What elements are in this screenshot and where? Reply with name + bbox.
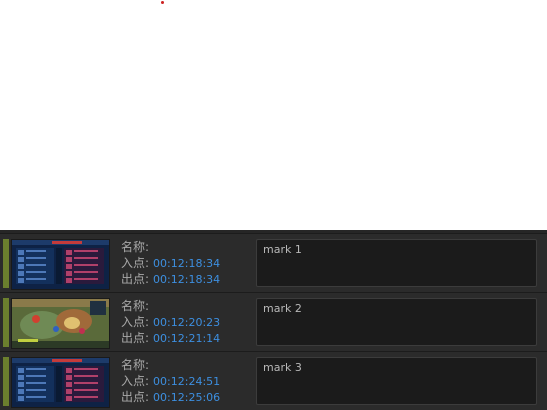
name-label: 名称:: [121, 240, 150, 254]
marker-color-strip: [3, 239, 9, 288]
name-row: 名称:: [121, 239, 251, 255]
out-point-label: 出点:: [121, 331, 150, 345]
battle-thumbnail-image: [12, 299, 109, 348]
in-point-timecode[interactable]: 00:12:18:34: [153, 257, 220, 270]
marker-thumbnail-3[interactable]: [11, 357, 110, 408]
in-point-label: 入点:: [121, 256, 150, 270]
marker-note-field[interactable]: mark 3: [256, 357, 537, 405]
marker-note-field[interactable]: mark 2: [256, 298, 537, 346]
name-row: 名称:: [121, 357, 251, 373]
out-point-timecode[interactable]: 00:12:18:34: [153, 273, 220, 286]
scoreboard-thumbnail-image: [12, 358, 109, 407]
name-label: 名称:: [121, 358, 150, 372]
marker-color-strip: [3, 357, 9, 406]
marker-meta-2: 名称: 入点: 00:12:20:23 出点: 00:12:21:14: [121, 298, 251, 346]
marker-meta-3: 名称: 入点: 00:12:24:51 出点: 00:12:25:06: [121, 357, 251, 405]
out-point-timecode[interactable]: 00:12:21:14: [153, 332, 220, 345]
in-point-label: 入点:: [121, 374, 150, 388]
in-point-label: 入点:: [121, 315, 150, 329]
name-row: 名称:: [121, 298, 251, 314]
marker-row-1[interactable]: 名称: 入点: 00:12:18:34 出点: 00:12:18:34 mark 1: [0, 233, 547, 292]
marker-row-2[interactable]: 名称: 入点: 00:12:20:23 出点: 00:12:21:14 mark 2: [0, 292, 547, 351]
out-point-row: 出点: 00:12:21:14: [121, 330, 251, 346]
out-point-label: 出点:: [121, 272, 150, 286]
in-point-row: 入点: 00:12:18:34: [121, 255, 251, 271]
in-point-timecode[interactable]: 00:12:20:23: [153, 316, 220, 329]
marker-meta-1: 名称: 入点: 00:12:18:34 出点: 00:12:18:34: [121, 239, 251, 287]
out-point-timecode[interactable]: 00:12:25:06: [153, 391, 220, 404]
out-point-row: 出点: 00:12:25:06: [121, 389, 251, 405]
out-point-row: 出点: 00:12:18:34: [121, 271, 251, 287]
marker-thumbnail-1[interactable]: [11, 239, 110, 290]
marker-note-field[interactable]: mark 1: [256, 239, 537, 287]
playhead-dot: [161, 1, 164, 4]
in-point-row: 入点: 00:12:20:23: [121, 314, 251, 330]
marker-thumbnail-2[interactable]: [11, 298, 110, 349]
marker-row-3[interactable]: 名称: 入点: 00:12:24:51 出点: 00:12:25:06 mark 3: [0, 351, 547, 410]
marker-list: 名称: 入点: 00:12:18:34 出点: 00:12:18:34 mark 1: [0, 230, 547, 410]
out-point-label: 出点:: [121, 390, 150, 404]
in-point-row: 入点: 00:12:24:51: [121, 373, 251, 389]
scoreboard-thumbnail-image: [12, 240, 109, 289]
name-label: 名称:: [121, 299, 150, 313]
preview-area: [0, 0, 547, 230]
marker-color-strip: [3, 298, 9, 347]
in-point-timecode[interactable]: 00:12:24:51: [153, 375, 220, 388]
